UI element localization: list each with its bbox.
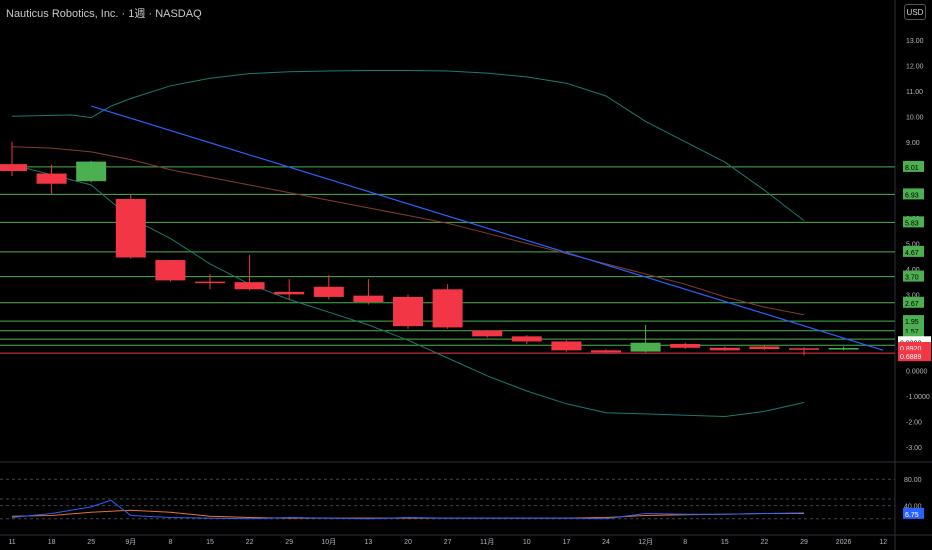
y-tick-label: 10.00 bbox=[906, 114, 924, 121]
x-tick-label: 11月 bbox=[480, 538, 494, 546]
candle-body bbox=[511, 336, 542, 342]
candle bbox=[551, 340, 582, 352]
candle-body bbox=[0, 164, 27, 172]
x-tick-label: 27 bbox=[444, 539, 452, 546]
candle bbox=[670, 342, 701, 350]
y-tick-label: 11.00 bbox=[906, 89, 923, 96]
candle-body bbox=[630, 342, 661, 352]
candle-body bbox=[76, 161, 107, 182]
level-label: 6.93 bbox=[905, 192, 919, 199]
candle bbox=[115, 193, 146, 259]
x-tick-label: 2026 bbox=[836, 539, 852, 546]
x-tick-label: 10月 bbox=[321, 538, 336, 546]
candle-body bbox=[789, 348, 819, 350]
candle bbox=[630, 324, 661, 353]
level-label: 2.67 bbox=[905, 301, 919, 308]
candle-body bbox=[195, 281, 225, 284]
candle-body bbox=[472, 330, 503, 337]
candle bbox=[353, 279, 384, 305]
x-tick-label: 11 bbox=[8, 539, 15, 546]
candle bbox=[828, 346, 859, 351]
x-tick-label: 22 bbox=[246, 539, 254, 546]
rsi-line bbox=[11, 499, 805, 520]
exchange-label: NASDAQ bbox=[155, 8, 202, 20]
y-tick-label: 12.00 bbox=[906, 63, 924, 70]
y-tick-label: 13.00 bbox=[906, 38, 924, 45]
y-tick-label: 9.00 bbox=[906, 140, 920, 147]
x-tick-label: 29 bbox=[800, 539, 808, 546]
candle bbox=[432, 284, 463, 329]
x-tick-label: 8 bbox=[683, 539, 687, 546]
candle-body bbox=[155, 260, 186, 281]
candle-body bbox=[709, 347, 740, 351]
interval-label[interactable]: 1週 bbox=[128, 8, 145, 20]
level-label: 5.83 bbox=[905, 220, 919, 227]
rsi-tick-label: 80.00 bbox=[904, 477, 922, 484]
candle-body bbox=[551, 341, 582, 351]
candle bbox=[511, 335, 542, 344]
x-tick-label: 10 bbox=[523, 539, 531, 546]
candle-body bbox=[274, 291, 305, 295]
symbol-name: Nauticus Robotics, Inc. bbox=[6, 8, 119, 20]
candle-body bbox=[313, 286, 344, 297]
x-tick-label: 12 bbox=[879, 539, 887, 546]
candle bbox=[234, 254, 265, 291]
x-tick-label: 15 bbox=[206, 539, 214, 546]
price-chart[interactable]: 13.0012.0011.0010.009.008.007.006.005.00… bbox=[0, 0, 932, 550]
candle-body bbox=[670, 343, 701, 348]
level-label: 3.70 bbox=[905, 275, 919, 282]
chart-title: Nauticus Robotics, Inc. · 1週 · NASDAQ bbox=[6, 8, 202, 20]
candle bbox=[274, 279, 305, 300]
candle bbox=[789, 347, 819, 356]
candle bbox=[313, 275, 344, 300]
candle bbox=[393, 294, 423, 329]
x-tick-label: 18 bbox=[48, 539, 56, 546]
x-tick-label: 22 bbox=[761, 539, 769, 546]
currency-button[interactable]: USD bbox=[904, 4, 926, 20]
rsi-last-label: 6.75 bbox=[905, 512, 919, 519]
x-tick-label: 12月 bbox=[638, 538, 653, 546]
candle bbox=[76, 160, 107, 183]
level-label: 4.67 bbox=[905, 250, 919, 257]
x-tick-label: 29 bbox=[285, 539, 293, 546]
candle bbox=[155, 260, 186, 282]
candle-body bbox=[36, 173, 67, 184]
x-tick-label: 24 bbox=[602, 539, 610, 546]
candle bbox=[709, 346, 740, 351]
candle bbox=[749, 345, 780, 350]
level-label: 8.01 bbox=[905, 165, 919, 172]
trend-line bbox=[91, 105, 884, 351]
x-tick-label: 20 bbox=[404, 539, 412, 546]
x-tick-label: 25 bbox=[87, 539, 95, 546]
x-tick-label: 17 bbox=[563, 539, 571, 546]
price-label: 0.6889 bbox=[900, 354, 922, 361]
x-tick-label: 9月 bbox=[125, 538, 136, 546]
candle bbox=[472, 329, 503, 338]
candle-body bbox=[353, 295, 384, 303]
candle bbox=[36, 164, 67, 194]
y-tick-label: -3.00 bbox=[906, 445, 922, 452]
x-tick-label: 15 bbox=[721, 539, 729, 546]
candle-body bbox=[591, 350, 621, 353]
x-tick-label: 13 bbox=[365, 539, 373, 546]
candle-body bbox=[432, 289, 463, 328]
candle-body bbox=[393, 296, 423, 327]
candle-body bbox=[749, 346, 780, 350]
candle-body bbox=[828, 348, 859, 350]
candle-body bbox=[115, 198, 146, 258]
x-tick-label: 8 bbox=[168, 539, 172, 546]
y-tick-label: -1.0000 bbox=[906, 394, 930, 401]
y-tick-label: 0.0000 bbox=[906, 369, 928, 376]
y-tick-label: -2.00 bbox=[906, 420, 922, 427]
candle-body bbox=[234, 282, 265, 290]
